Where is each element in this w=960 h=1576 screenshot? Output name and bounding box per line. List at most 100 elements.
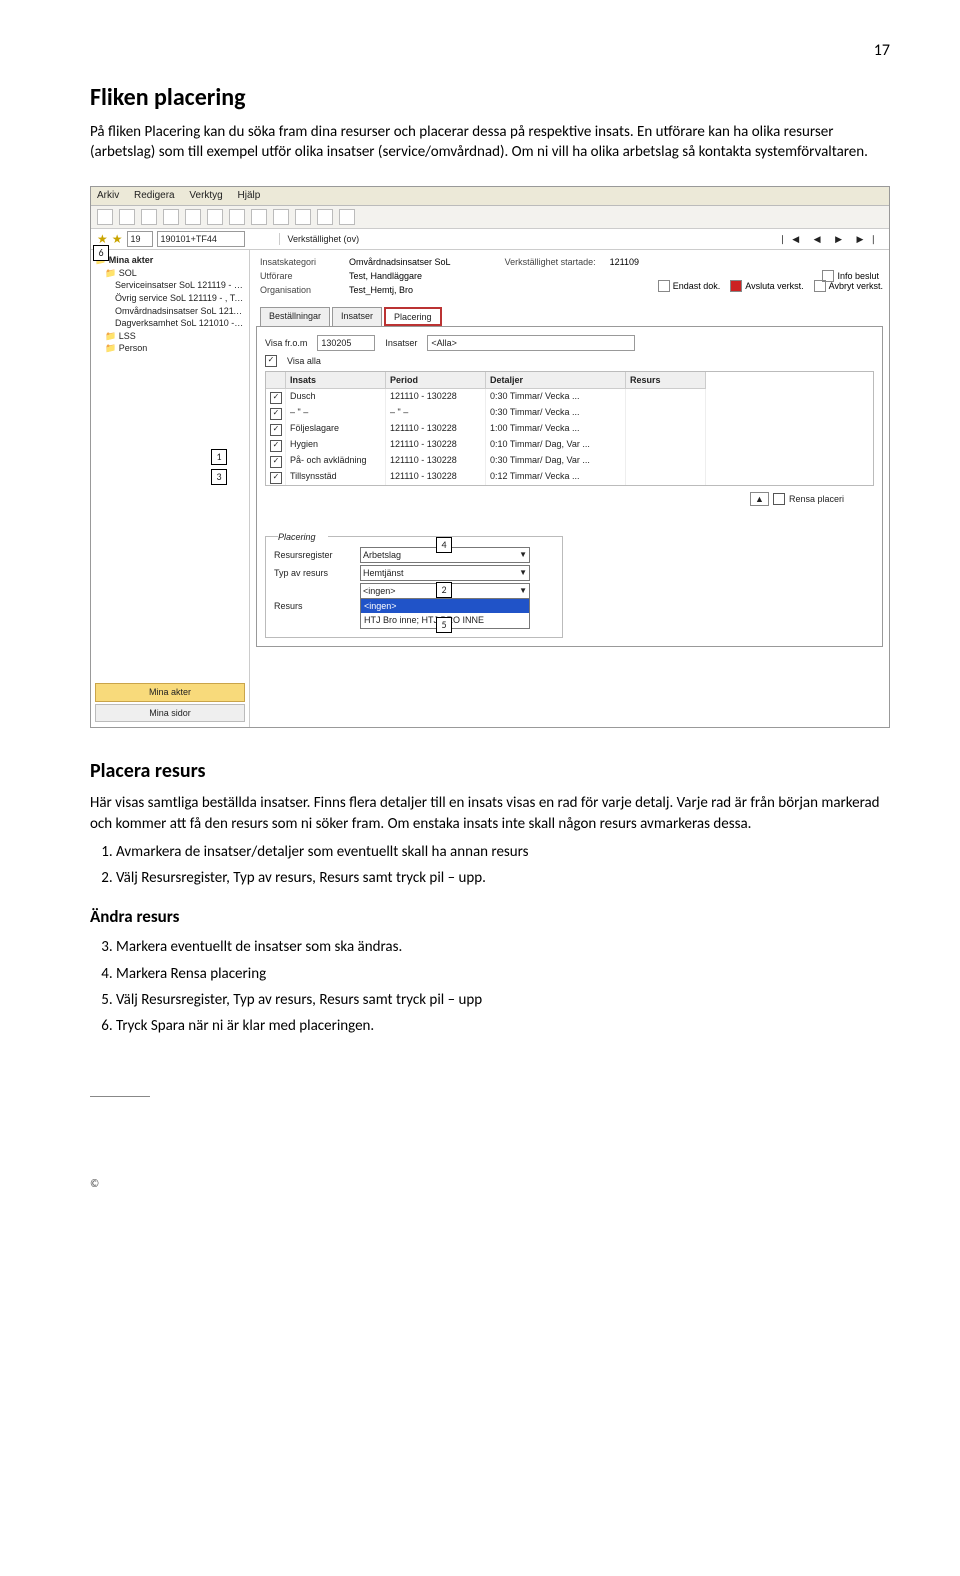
tree-lss[interactable]: 📁 LSS	[105, 330, 245, 343]
annotation-3: 3	[211, 469, 227, 485]
toolbar-btn-4[interactable]	[163, 209, 179, 225]
insats-grid: Insats Period Detaljer Resurs ✓Dusch1211…	[265, 371, 874, 486]
copyright-mark: ©	[90, 1177, 890, 1192]
endast-dok-link[interactable]: Endast dok.	[658, 280, 721, 292]
step-andra-6: Tryck Spara när ni är klar med placering…	[116, 1016, 890, 1036]
main-pane: Endast dok. Avsluta verkst. Avbryt verks…	[250, 250, 889, 728]
label-resurs: Resurs	[274, 600, 354, 612]
label-visa-from: Visa fr.o.m	[265, 337, 307, 349]
toolbar-btn-5[interactable]	[185, 209, 201, 225]
up-arrow-button[interactable]: ▲	[750, 492, 769, 506]
toolbar-btn-3[interactable]	[141, 209, 157, 225]
pane-title: Verkställighet (ov)	[279, 233, 360, 245]
filter-row: Visa fr.o.m 130205 Insatser <Alla>	[265, 335, 874, 351]
value-verkst-startade: 121109	[610, 256, 639, 268]
table-row[interactable]: ✓Följeslagare121110 - 1302281:00 Timmar/…	[266, 421, 873, 437]
label-utforare: Utförare	[260, 270, 335, 282]
para-fliken-intro: På fliken Placering kan du söka fram din…	[90, 122, 890, 163]
para-placera-resurs: Här visas samtliga beställda insatser. F…	[90, 793, 890, 834]
avbryt-verkst-link[interactable]: Avbryt verkst.	[814, 280, 883, 292]
sidebar-bottom-buttons: Mina akter Mina sidor	[95, 683, 245, 724]
navigation-tree[interactable]: 📁 Mina akter 📁 SOL Serviceinsatser SoL 1…	[91, 250, 250, 728]
col-insats[interactable]: Insats	[286, 372, 386, 389]
label-rensa-placering: Rensa placeri	[789, 493, 844, 505]
menubar: Arkiv Redigera Verktyg Hjälp	[91, 187, 889, 206]
step-placera-1: Avmarkera de insatser/detaljer som event…	[116, 842, 890, 862]
table-row[interactable]: ✓Tillsynsstäd121110 - 1302280:12 Timmar/…	[266, 469, 873, 485]
step-andra-4: Markera Rensa placering	[116, 964, 890, 984]
page-number: 17	[90, 40, 890, 62]
rensa-checkbox[interactable]	[773, 493, 785, 505]
annotation-2: 2	[436, 582, 452, 598]
menu-redigera[interactable]: Redigera	[134, 190, 175, 201]
tab-placering[interactable]: Placering	[384, 307, 442, 326]
col-resurs[interactable]: Resurs	[626, 372, 706, 389]
col-detaljer[interactable]: Detaljer	[486, 372, 626, 389]
toolbar-btn-1[interactable]	[97, 209, 113, 225]
label-organisation: Organisation	[260, 284, 335, 296]
label-typ-av-resurs: Typ av resurs	[274, 567, 354, 579]
resurs-option-ingen[interactable]: <ingen>	[361, 599, 529, 613]
label-resursregister: Resursregister	[274, 549, 354, 561]
tree-item[interactable]: Serviceinsatser SoL 121119 - 130101, Tes…	[115, 279, 245, 292]
menu-arkiv[interactable]: Arkiv	[97, 190, 119, 201]
heading-placera-resurs: Placera resurs	[90, 758, 890, 785]
placering-block: Placering Resursregister Arbetslag▼ Typ …	[265, 536, 563, 637]
tree-item[interactable]: Övrig service SoL 121119 - , Test, Handl…	[115, 292, 245, 305]
favorites-row: ★ ★ 19 190101+TF44 Verkställighet (ov) ❘…	[91, 229, 889, 250]
value-insatskategori: Omvårdnadsinsatser SoL	[349, 256, 451, 268]
insatser-select[interactable]: <Alla>	[427, 335, 635, 351]
mina-akter-button[interactable]: Mina akter	[95, 683, 245, 702]
toolbar-btn-9[interactable]	[273, 209, 289, 225]
table-row[interactable]: ✓– " –– " –0:30 Timmar/ Vecka ...	[266, 405, 873, 421]
avsluta-verkst-link[interactable]: Avsluta verkst.	[730, 280, 803, 292]
rensa-row: ▲ Rensa placeri	[265, 492, 874, 506]
step-andra-3: Markera eventuellt de insatser som ska ä…	[116, 937, 890, 957]
value-utforare: Test, Handläggare	[349, 270, 422, 282]
nav-arrows[interactable]: ❘◀ ◀ ▶ ▶❘	[779, 233, 883, 245]
tab-insatser[interactable]: Insatser	[332, 307, 382, 326]
tab-bestallningar[interactable]: Beställningar	[260, 307, 330, 326]
mina-sidor-button[interactable]: Mina sidor	[95, 704, 245, 723]
tree-sol[interactable]: 📁 SOL	[105, 267, 245, 280]
tabs: Beställningar Insatser Placering	[260, 307, 879, 326]
toolbar-btn-11[interactable]	[317, 209, 333, 225]
tree-item[interactable]: Omvårdnadsinsatser SoL 121109 - , Test, …	[115, 305, 245, 318]
visa-from-input[interactable]: 130205	[317, 335, 375, 351]
table-row[interactable]: ✓På- och avklädning121110 - 1302280:30 T…	[266, 453, 873, 469]
toolbar-btn-8[interactable]	[251, 209, 267, 225]
tree-item[interactable]: Dagverksamhet SoL 121010 - , Liljebrand,…	[115, 317, 245, 330]
annotation-1: 1	[211, 449, 227, 465]
step-andra-5: Välj Resursregister, Typ av resurs, Resu…	[116, 990, 890, 1010]
toolbar-btn-10[interactable]	[295, 209, 311, 225]
typ-av-resurs-select[interactable]: Hemtjänst▼	[360, 565, 530, 581]
table-row[interactable]: ✓Dusch121110 - 1302280:30 Timmar/ Vecka …	[266, 389, 873, 405]
toolbar-btn-2[interactable]	[119, 209, 135, 225]
annotation-6: 6	[93, 245, 109, 261]
col-period[interactable]: Period	[386, 372, 486, 389]
footnote-rule	[90, 1096, 150, 1097]
id-type-field[interactable]: 19	[127, 231, 153, 247]
app-screenshot: Arkiv Redigera Verktyg Hjälp ★ ★ 19 1901…	[90, 186, 890, 728]
toolbar-btn-12[interactable]	[339, 209, 355, 225]
tab-panel-placering: Visa fr.o.m 130205 Insatser <Alla> ✓ Vis…	[256, 326, 883, 647]
annotation-4: 4	[436, 537, 452, 553]
heading-fliken-placering: Fliken placering	[90, 82, 890, 114]
tree-root[interactable]: 📁 Mina akter	[95, 254, 245, 267]
tree-person[interactable]: 📁 Person	[105, 342, 245, 355]
step-placera-2: Välj Resursregister, Typ av resurs, Resu…	[116, 868, 890, 888]
id-field[interactable]: 190101+TF44	[157, 231, 245, 247]
placering-legend: Placering	[278, 531, 328, 543]
label-verkst-startade: Verkställighet startade:	[505, 256, 596, 268]
label-insatser: Insatser	[385, 337, 417, 349]
label-visa-alla: Visa alla	[287, 355, 321, 367]
visa-alla-checkbox[interactable]: ✓	[265, 355, 277, 367]
toolbar-btn-6[interactable]	[207, 209, 223, 225]
label-insatskategori: Insatskategori	[260, 256, 335, 268]
heading-andra-resurs: Ändra resurs	[90, 906, 890, 929]
menu-hjalp[interactable]: Hjälp	[238, 190, 261, 201]
menu-verktyg[interactable]: Verktyg	[189, 190, 222, 201]
toolbar-btn-7[interactable]	[229, 209, 245, 225]
star-icon: ★	[112, 231, 123, 247]
table-row[interactable]: ✓Hygien121110 - 1302280:10 Timmar/ Dag, …	[266, 437, 873, 453]
